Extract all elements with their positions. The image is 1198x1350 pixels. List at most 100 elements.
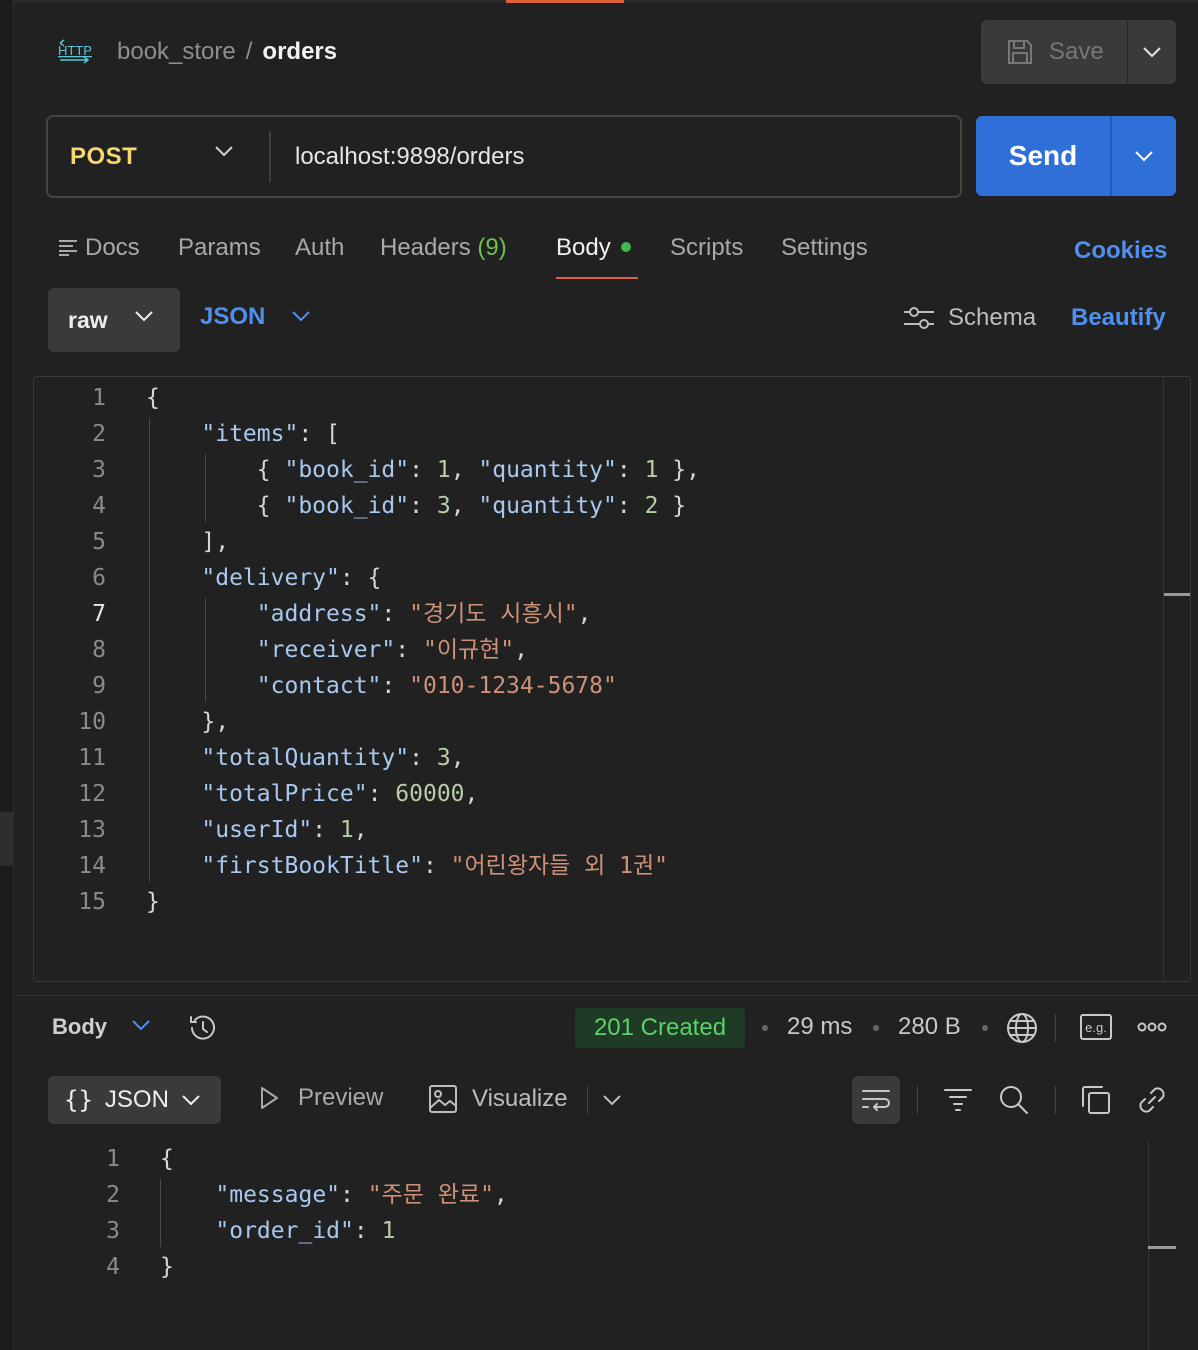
- status-badge[interactable]: 201 Created: [575, 1008, 745, 1048]
- chevron-down-icon: [135, 311, 153, 322]
- save-options-button[interactable]: [1128, 20, 1176, 84]
- response-divider[interactable]: [14, 995, 1198, 996]
- code-text: "totalPrice": 60000,: [201, 781, 479, 807]
- chevron-down-icon[interactable]: [131, 1019, 151, 1031]
- response-scrollbar-thumb[interactable]: [1148, 1246, 1176, 1249]
- tab-auth[interactable]: Auth: [295, 233, 344, 263]
- save-as-example-button[interactable]: e.g.: [1080, 1014, 1112, 1040]
- line-number: 9: [92, 673, 106, 699]
- code-line[interactable]: 4 { "book_id": 3, "quantity": 2 }: [34, 488, 1154, 524]
- save-group: Save: [981, 20, 1176, 84]
- code-line[interactable]: 6 "delivery": {: [34, 560, 1154, 596]
- window-top-border: [0, 0, 1198, 3]
- code-line[interactable]: 13 "userId": 1,: [34, 812, 1154, 848]
- search-icon[interactable]: [998, 1084, 1030, 1116]
- response-size[interactable]: 280 B: [898, 1013, 961, 1041]
- code-line[interactable]: 1{: [14, 1141, 1134, 1177]
- body-mode-select[interactable]: raw: [48, 288, 180, 352]
- schema-button[interactable]: Schema: [902, 304, 1036, 332]
- wrap-lines-button[interactable]: [852, 1076, 900, 1124]
- code-text: "userId": 1,: [201, 817, 368, 843]
- code-line[interactable]: 3 "order_id": 1: [14, 1213, 1134, 1249]
- body-format-select[interactable]: JSON: [200, 303, 265, 331]
- code-text: "order_id": 1: [215, 1218, 396, 1244]
- tab-headers-label: Headers: [380, 234, 471, 261]
- tab-scripts[interactable]: Scripts: [670, 233, 743, 263]
- globe-icon[interactable]: [1005, 1011, 1039, 1045]
- response-body-select[interactable]: Body: [52, 1014, 107, 1040]
- chevron-down-icon: [182, 1095, 200, 1106]
- response-view-preview[interactable]: Preview: [256, 1084, 383, 1112]
- breadcrumb-collection[interactable]: book_store: [117, 38, 236, 65]
- body-mode-label: raw: [68, 306, 108, 333]
- url-input[interactable]: [295, 143, 935, 171]
- sidebar-resize-handle[interactable]: [0, 812, 14, 866]
- chevron-down-icon[interactable]: [602, 1094, 622, 1106]
- line-number: 14: [78, 853, 106, 879]
- code-line[interactable]: 12 "totalPrice": 60000,: [34, 776, 1154, 812]
- link-icon[interactable]: [1136, 1084, 1168, 1116]
- tab-params[interactable]: Params: [178, 233, 261, 263]
- request-body-editor[interactable]: 1{2 "items": [3 { "book_id": 1, "quantit…: [33, 376, 1191, 982]
- code-line[interactable]: 8 "receiver": "이규현",: [34, 632, 1154, 668]
- code-line[interactable]: 4}: [14, 1249, 1134, 1285]
- editor-scrollbar-thumb[interactable]: [1164, 593, 1190, 596]
- response-view-json[interactable]: {} JSON: [48, 1076, 221, 1124]
- image-icon: [429, 1085, 457, 1113]
- code-line[interactable]: 3 { "book_id": 1, "quantity": 1 },: [34, 452, 1154, 488]
- chevron-down-icon[interactable]: [214, 145, 234, 157]
- copy-icon[interactable]: [1080, 1084, 1112, 1116]
- more-options-icon[interactable]: [1137, 1020, 1167, 1034]
- method-selector[interactable]: POST: [70, 143, 137, 171]
- schema-label: Schema: [948, 304, 1037, 331]
- tab-headers[interactable]: Headers (9): [380, 233, 507, 263]
- breadcrumb-request[interactable]: orders: [262, 38, 337, 65]
- code-line[interactable]: 9 "contact": "010-1234-5678": [34, 668, 1154, 704]
- tab-settings[interactable]: Settings: [781, 233, 868, 263]
- line-number: 10: [78, 709, 106, 735]
- beautify-button[interactable]: Beautify: [1071, 304, 1166, 332]
- response-view-visualize[interactable]: Visualize: [428, 1084, 568, 1114]
- code-text: ],: [146, 529, 230, 555]
- breadcrumb-separator: /: [245, 38, 253, 65]
- meta-separator: [982, 1025, 988, 1031]
- http-request-icon: HTTP: [58, 39, 92, 64]
- response-body-viewer[interactable]: 1{2 "message": "주문 완료", 3 "order_id": 1 4}: [14, 1140, 1198, 1350]
- code-text: "firstBookTitle": "어린왕자들 외 1권": [201, 853, 669, 879]
- code-line[interactable]: 10 },: [34, 704, 1154, 740]
- line-number: 6: [92, 565, 106, 591]
- code-line[interactable]: 2 "items": [: [34, 416, 1154, 452]
- code-text: {: [160, 1146, 174, 1172]
- code-line[interactable]: 14 "firstBookTitle": "어린왕자들 외 1권": [34, 848, 1154, 884]
- code-line[interactable]: 7 "address": "경기도 시흥시",: [34, 596, 1154, 632]
- code-line[interactable]: 15}: [34, 884, 1154, 920]
- indent-guide: [149, 418, 150, 882]
- code-text: "items": [: [201, 421, 340, 447]
- history-icon[interactable]: [186, 1011, 220, 1045]
- tab-body[interactable]: Body: [556, 233, 631, 263]
- code-line[interactable]: 1{: [34, 380, 1154, 416]
- meta-separator: [873, 1025, 879, 1031]
- indent-guide: [205, 454, 206, 522]
- code-text: },: [146, 709, 230, 735]
- filter-icon[interactable]: [943, 1084, 973, 1114]
- tab-docs[interactable]: Docs: [57, 233, 140, 263]
- meta-separator: [762, 1025, 768, 1031]
- cookies-link[interactable]: Cookies: [1074, 237, 1167, 265]
- request-url-bar: POST: [46, 115, 962, 198]
- send-options-button[interactable]: [1112, 116, 1176, 196]
- code-line[interactable]: 2 "message": "주문 완료",: [14, 1177, 1134, 1213]
- code-line[interactable]: 11 "totalQuantity": 3,: [34, 740, 1154, 776]
- chevron-down-icon[interactable]: [291, 310, 311, 322]
- line-number: 4: [106, 1254, 120, 1280]
- response-scrollbar-track: [1148, 1140, 1149, 1350]
- code-text: {: [146, 385, 160, 411]
- send-button[interactable]: Send: [976, 116, 1110, 196]
- braces-icon: {}: [64, 1086, 93, 1114]
- code-line[interactable]: 5 ],: [34, 524, 1154, 560]
- toolbar-divider: [587, 1086, 588, 1114]
- save-button[interactable]: Save: [981, 20, 1127, 84]
- line-number: 8: [92, 637, 106, 663]
- line-number: 2: [92, 421, 106, 447]
- response-time[interactable]: 29 ms: [787, 1013, 852, 1041]
